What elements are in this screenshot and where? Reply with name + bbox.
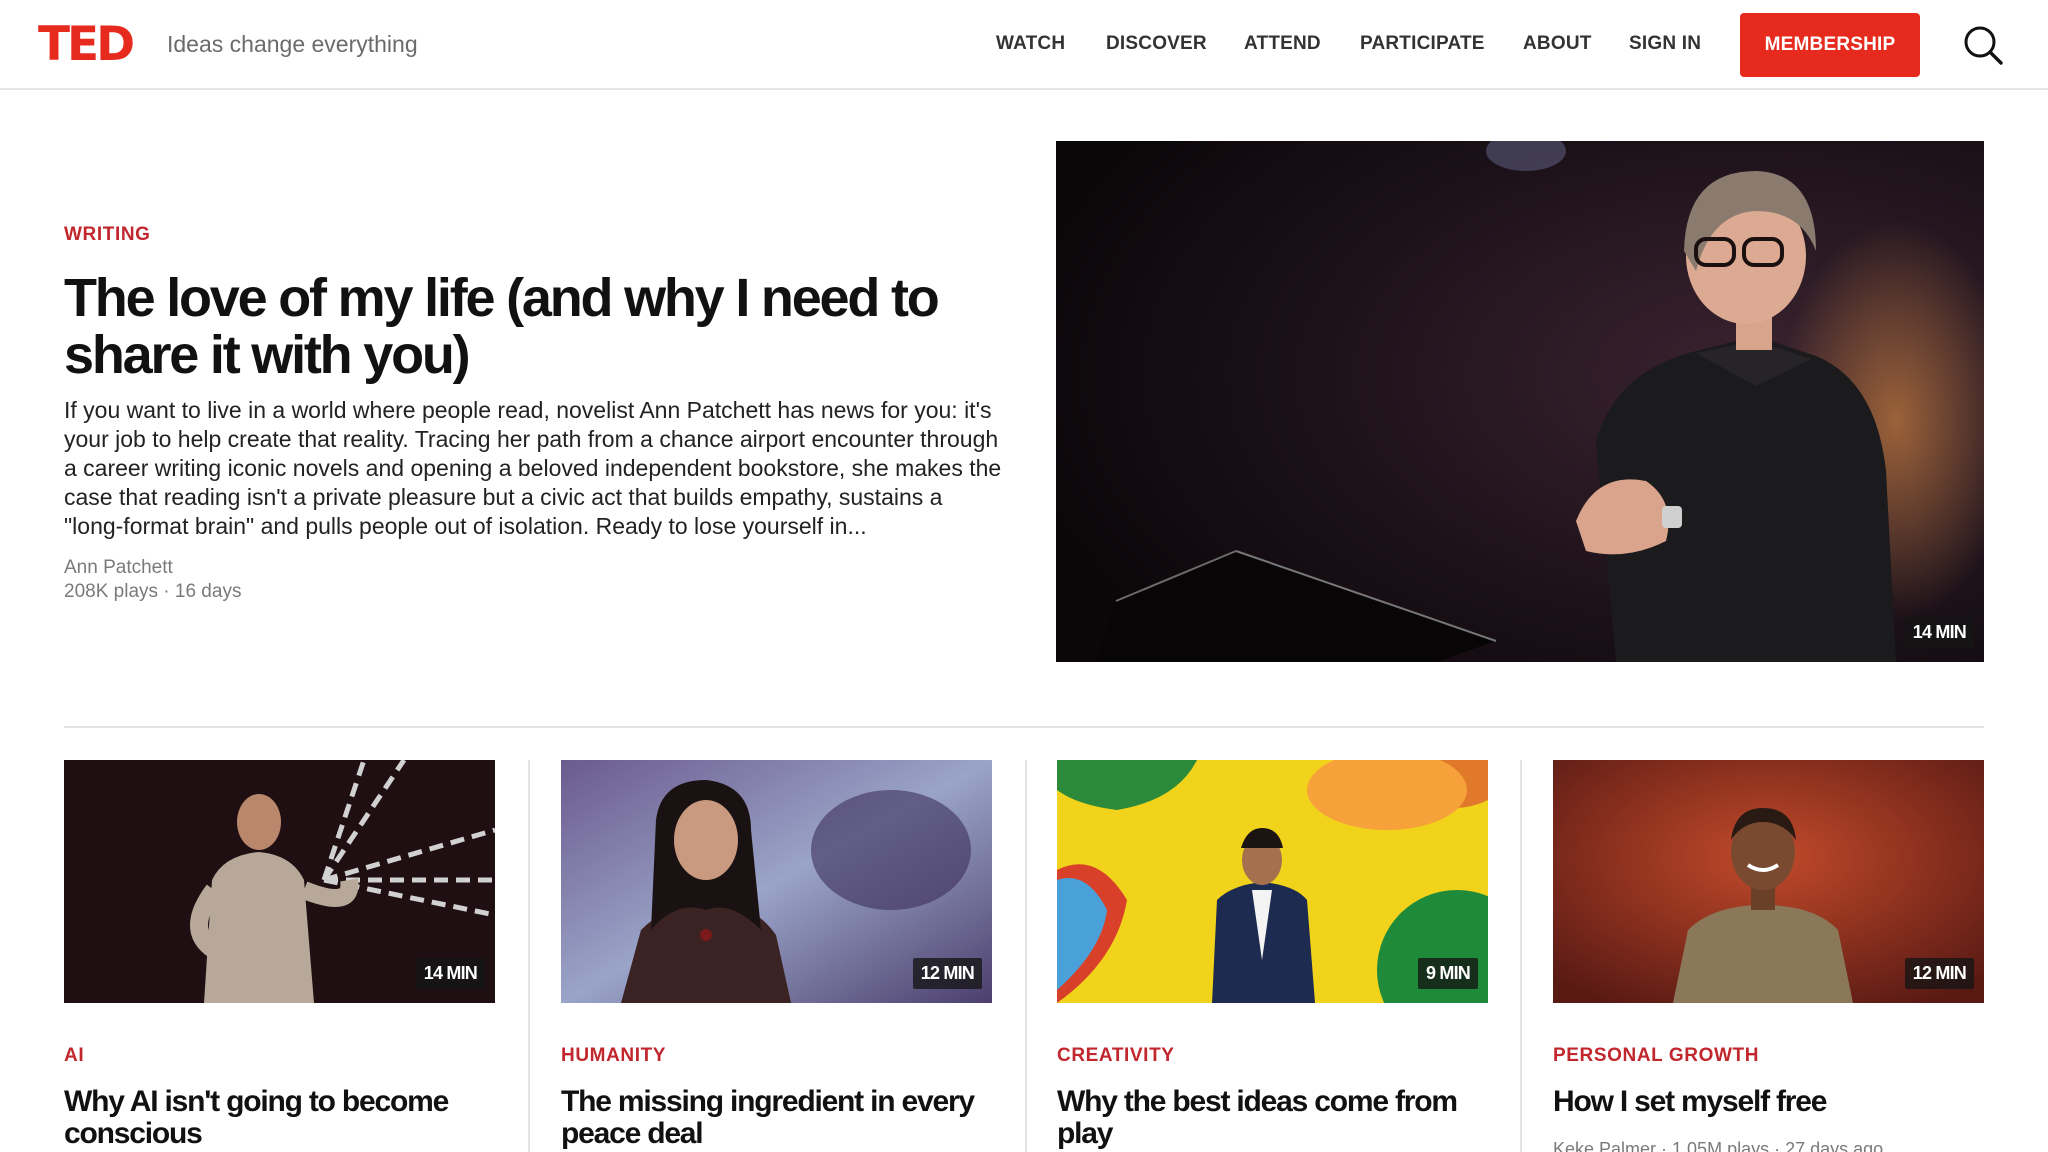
duration-badge: 14 MIN	[415, 958, 485, 989]
card-topic-link[interactable]: AI	[64, 1045, 84, 1067]
card-topic-link[interactable]: HUMANITY	[561, 1045, 666, 1067]
talk-thumbnail[interactable]: 9 MIN	[1057, 760, 1488, 1003]
hero-thumbnail[interactable]: 14 MIN	[1056, 141, 1984, 662]
duration-badge: 12 MIN	[1904, 958, 1974, 989]
nav-participate[interactable]: PARTICIPATE	[1360, 33, 1485, 55]
talk-thumbnail[interactable]: 14 MIN	[64, 760, 495, 1003]
talk-card[interactable]: 14 MIN AI Why AI isn't going to become c…	[64, 760, 495, 1150]
column-separator	[1520, 760, 1522, 1152]
column-separator	[528, 760, 530, 1152]
nav-about[interactable]: ABOUT	[1523, 33, 1592, 55]
card-title[interactable]: How I set myself free	[1553, 1086, 1984, 1118]
nav-discover[interactable]: DISCOVER	[1106, 33, 1207, 55]
hero-topic-link[interactable]: WRITING	[64, 224, 151, 246]
card-title[interactable]: Why the best ideas come from play	[1057, 1086, 1488, 1150]
nav-watch[interactable]: WATCH	[996, 33, 1065, 55]
nav-attend[interactable]: ATTEND	[1244, 33, 1321, 55]
search-icon[interactable]	[1962, 24, 2004, 66]
talk-card[interactable]: 12 MIN HUMANITY The missing ingredient i…	[561, 760, 992, 1150]
column-separator	[1025, 760, 1027, 1152]
talk-card[interactable]: 12 MIN PERSONAL GROWTH How I set myself …	[1553, 760, 1984, 1152]
card-topic-link[interactable]: PERSONAL GROWTH	[1553, 1045, 1759, 1067]
duration-badge: 14 MIN	[1904, 617, 1974, 648]
talk-card[interactable]: 9 MIN CREATIVITY Why the best ideas come…	[1057, 760, 1488, 1150]
membership-button[interactable]: MEMBERSHIP	[1740, 13, 1920, 77]
card-meta: Keke Palmer · 1.05M plays · 27 days ago	[1553, 1139, 1884, 1152]
duration-badge: 12 MIN	[912, 958, 982, 989]
site-header: TED Ideas change everything WATCH DISCOV…	[0, 0, 2048, 90]
hero-title[interactable]: The love of my life (and why I need to s…	[64, 270, 1004, 384]
card-title[interactable]: Why AI isn't going to become conscious	[64, 1086, 495, 1150]
speaker-photo	[1056, 141, 1984, 662]
hero-speaker: Ann Patchett	[64, 557, 173, 578]
hero-description: If you want to live in a world where peo…	[64, 397, 1002, 539]
duration-badge: 9 MIN	[1417, 958, 1478, 989]
card-title[interactable]: The missing ingredient in every peace de…	[561, 1086, 992, 1150]
talk-thumbnail[interactable]: 12 MIN	[561, 760, 992, 1003]
nav-sign-in[interactable]: SIGN IN	[1629, 33, 1701, 55]
talk-thumbnail[interactable]: 12 MIN	[1553, 760, 1984, 1003]
tagline: Ideas change everything	[167, 31, 418, 57]
section-divider	[64, 726, 1984, 728]
hero-meta: 208K plays · 16 days	[64, 581, 242, 602]
ted-logo[interactable]: TED	[38, 21, 135, 69]
card-topic-link[interactable]: CREATIVITY	[1057, 1045, 1175, 1067]
